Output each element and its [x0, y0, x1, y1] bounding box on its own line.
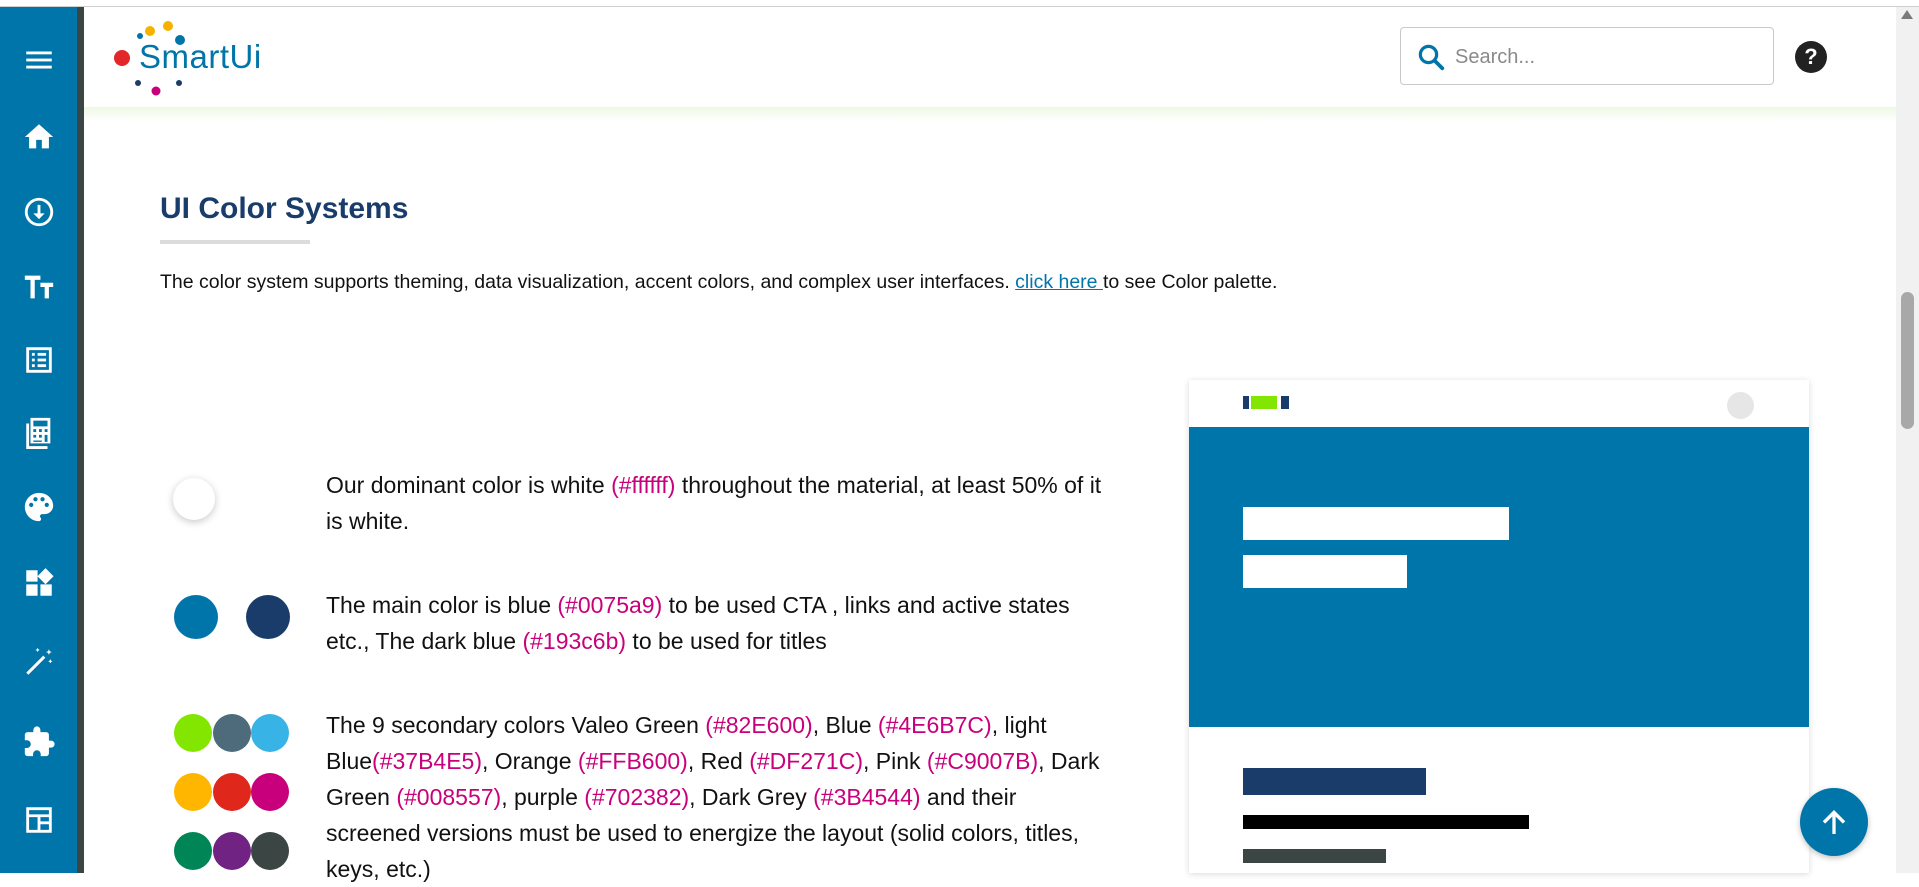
page-scrollbar[interactable] [1896, 7, 1919, 873]
layout-icon [25, 807, 52, 833]
hex-code: (#82E600) [705, 712, 813, 738]
hex-code: (#3B4544) [813, 784, 921, 810]
download-circle-icon [24, 197, 53, 227]
mock-logo-right-bar [1281, 396, 1289, 409]
mock-text-line-2 [1243, 849, 1386, 863]
color-swatch [173, 478, 215, 520]
calculator-icon [25, 417, 50, 449]
widgets-icon [25, 568, 54, 596]
home-icon [24, 124, 53, 149]
typography-icon [24, 275, 53, 299]
scrollbar-thumb[interactable] [1901, 292, 1914, 429]
description-text: , Blue [812, 712, 878, 738]
mock-text-line-1 [1243, 815, 1529, 829]
search-input[interactable] [1453, 38, 1757, 76]
intro-text-after: to see Color palette. [1102, 271, 1278, 293]
scroll-to-top-button[interactable] [1800, 788, 1868, 856]
intro-text-before: The color system supports theming, data … [160, 271, 1016, 293]
sidebar-item-calculator[interactable] [0, 407, 77, 457]
description-text: , Dark Grey [689, 784, 814, 810]
secondary-colors-description: The 9 secondary colors Valeo Green (#82E… [326, 707, 1116, 887]
description-text: The 9 secondary colors Valeo Green [326, 712, 706, 738]
title-underline [160, 240, 310, 244]
sidebar-item-home[interactable] [0, 112, 77, 162]
hex-code: (#4E6B7C) [877, 712, 992, 738]
search-icon [1418, 44, 1445, 71]
menu-button[interactable] [0, 35, 77, 85]
color-swatch [174, 595, 218, 639]
color-swatch [246, 595, 290, 639]
mock-hero-title-bar [1243, 507, 1509, 540]
hex-code: (#702382) [584, 784, 690, 810]
list-document-icon [25, 347, 52, 373]
hex-code: (#37B4E5) [372, 748, 483, 774]
white-color-description: Our dominant color is white (#ffffff) th… [326, 467, 1116, 539]
sidebar-item-effects[interactable] [0, 637, 77, 687]
logo-text: SmartUi [139, 38, 262, 75]
help-icon: ? [1804, 44, 1818, 69]
browser-top-border [0, 0, 1919, 7]
magic-wand-icon [25, 647, 52, 675]
hex-code: (#008557) [396, 784, 502, 810]
color-swatch [251, 773, 289, 811]
description-text: The main color is blue [326, 592, 558, 618]
mock-avatar [1727, 392, 1754, 419]
hex-code: (#0075a9) [557, 592, 663, 618]
description-text: , Pink [862, 748, 927, 774]
blue-color-description: The main color is blue (#0075a9) to be u… [326, 587, 1116, 659]
description-text: , purple [501, 784, 585, 810]
hex-code: (#FFB600) [577, 748, 688, 774]
hex-code: (#DF271C) [749, 748, 863, 774]
sidebar [0, 7, 77, 873]
color-swatch [251, 714, 289, 752]
arrow-up-icon [1822, 810, 1846, 834]
mock-logo-green-bar [1251, 396, 1277, 409]
layout-mockup-illustration [1189, 380, 1809, 873]
color-swatch [213, 773, 251, 811]
page-title: UI Color Systems [160, 192, 409, 225]
mock-logo-left-bar [1243, 396, 1249, 409]
hex-code: (#ffffff) [611, 472, 676, 498]
mock-section-title-bar [1243, 768, 1426, 795]
color-swatch [213, 832, 251, 870]
color-swatch [174, 832, 212, 870]
puzzle-icon [24, 726, 55, 757]
color-palette-link[interactable]: click here [1015, 271, 1103, 293]
scroll-up-arrow-icon[interactable] [1901, 10, 1913, 19]
color-swatch [251, 832, 289, 870]
mock-hero-banner [1189, 427, 1809, 727]
sidebar-divider [77, 7, 84, 873]
color-swatch [213, 714, 251, 752]
sidebar-item-typography[interactable] [0, 262, 77, 312]
sidebar-item-download[interactable] [0, 187, 77, 237]
color-swatch [174, 714, 212, 752]
sidebar-item-components[interactable] [0, 558, 77, 608]
sidebar-item-plugins[interactable] [0, 717, 77, 767]
menu-icon [25, 51, 52, 69]
help-button[interactable]: ? [1795, 41, 1827, 73]
palette-icon [24, 492, 53, 522]
sidebar-item-layouts[interactable] [0, 795, 77, 845]
sidebar-item-colors[interactable] [0, 482, 77, 532]
search-box[interactable] [1400, 27, 1774, 85]
mock-hero-subtitle-bar [1243, 555, 1407, 588]
description-text: , Orange [482, 748, 578, 774]
intro-text: The color system supports theming, data … [160, 271, 1277, 294]
sidebar-item-list[interactable] [0, 335, 77, 385]
description-text: to be used for titles [626, 628, 827, 654]
hex-code: (#C9007B) [926, 748, 1039, 774]
header-shadow [84, 107, 1896, 121]
color-swatch [174, 773, 212, 811]
description-text: Our dominant color is white [326, 472, 612, 498]
description-text: , Red [687, 748, 750, 774]
hex-code: (#193c6b) [522, 628, 627, 654]
